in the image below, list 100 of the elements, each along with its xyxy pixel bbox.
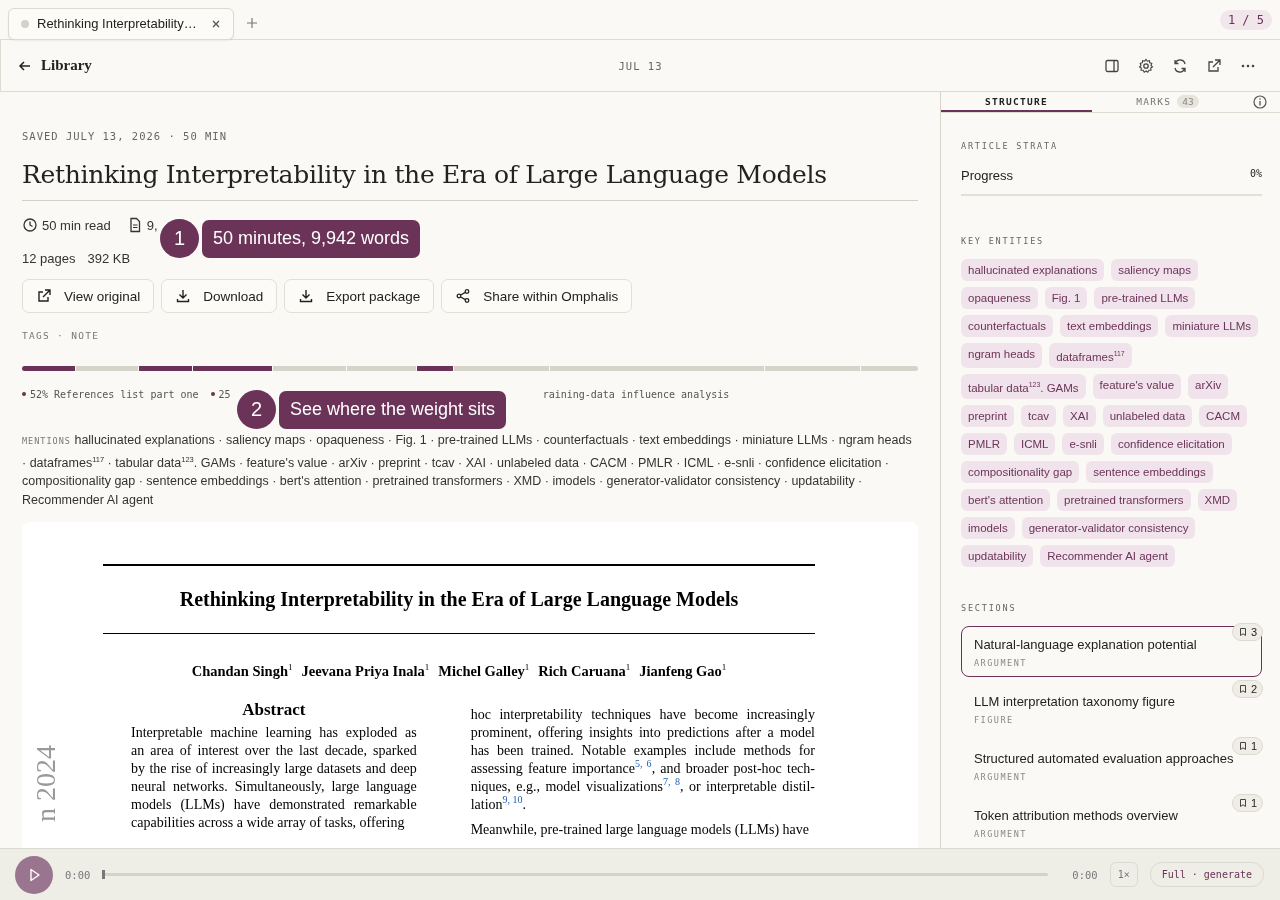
section-type: ARGUMENT [974, 829, 1028, 839]
play-button[interactable] [15, 855, 53, 894]
entity-chip[interactable]: Fig. 1 [1044, 287, 1088, 310]
marks-count: 1 [1250, 797, 1257, 809]
bookmark-icon [1237, 684, 1248, 694]
entity-chip[interactable]: unlabeled data [1102, 405, 1193, 427]
back-link[interactable]: Library [17, 57, 92, 74]
action-button[interactable]: Share within Omphalis [441, 279, 633, 313]
entity-chip[interactable]: pretrained transformers [1057, 489, 1191, 511]
progress-value: 0% [1249, 168, 1262, 182]
section-title: Natural-language explanation potential [974, 637, 1198, 652]
share-icon [455, 288, 472, 304]
section-item[interactable]: Token attribution methods overview ARGUMENT 1 [961, 797, 1262, 848]
entity-chip[interactable]: compositionality gap [961, 461, 1080, 483]
action-button[interactable]: Export package [284, 279, 435, 313]
entity-chip[interactable]: miniature LLMs [1165, 315, 1258, 338]
entity-chip[interactable]: text embeddings [1060, 315, 1159, 338]
entity-chip[interactable]: XAI [1063, 405, 1096, 427]
entity-chip[interactable]: e-snli [1062, 433, 1104, 455]
panel-tab[interactable]: MARKS 43 [1092, 92, 1243, 113]
section-heading: KEY ENTITIES [961, 236, 1045, 247]
strata-segment[interactable] [22, 366, 76, 371]
entity-chip[interactable]: opaqueness [961, 287, 1038, 310]
plus-icon[interactable] [245, 16, 258, 29]
entity-chip[interactable]: ngram heads [961, 343, 1043, 369]
entity-chip[interactable]: generator-validator consistency [1021, 517, 1196, 539]
author-name: Michel Galley$^{1}$ [438, 662, 530, 680]
author-name: Jeevana Priya Inala$^{1}$ [301, 662, 430, 680]
section-heading: ARTICLE STRATA [961, 141, 1059, 152]
progress-label: Progress [961, 168, 1014, 184]
dot-icon [21, 19, 29, 28]
refresh-icon[interactable] [1172, 57, 1188, 74]
section-title: LLM interpretation taxonomy figure [974, 694, 1176, 709]
entity-chip[interactable]: tabular data$^{123}$. GAMs [961, 374, 1086, 399]
legend-text: 25 [218, 388, 231, 400]
section-item[interactable]: LLM interpretation taxonomy figure FIGURE 2 [961, 683, 1262, 734]
speed-button[interactable]: 1× [1109, 862, 1138, 887]
mode-button[interactable]: Full · generate [1149, 862, 1264, 887]
author-name: Rich Caruana$^{1}$ [538, 662, 631, 680]
section-title: Token attribution methods overview [974, 808, 1179, 823]
paper-paragraph: hoc interpretability techniques have become increasingly prominent, offering insights into predictions after a model has been trained. Notable examples include methods for assessing feature importance$^{5, 6}$, and broader post-hoc tech- niques, e.g., model visualizations$^{7, 8}$, or interpretable distil- lation$^{9, 10}$. [470, 706, 815, 814]
legend-text: 52% References list part one [30, 388, 199, 400]
browser-tab[interactable]: Rethinking Interpretability… [8, 7, 234, 40]
entity-chip[interactable]: ICML [1013, 433, 1056, 455]
entity-chip[interactable]: feature's value [1092, 374, 1182, 399]
external-link-icon[interactable] [1206, 57, 1222, 74]
callout-text: See where the weight sits [279, 390, 507, 429]
entity-chip[interactable]: Recommender AI agent [1040, 545, 1175, 567]
marks-count: 3 [1250, 626, 1257, 638]
entity-chip[interactable]: saliency maps [1111, 259, 1199, 282]
saved-date: SAVED JULY 13, 2026 · 50 MIN [22, 130, 228, 142]
paper-paragraph: Meanwhile, pre-trained large language models (LLMs) have [470, 821, 810, 839]
entity-chip[interactable]: confidence elicitation [1110, 433, 1232, 455]
close-icon[interactable] [210, 18, 221, 29]
panel-tab[interactable]: STRUCTURE [941, 92, 1092, 113]
entity-chip[interactable]: counterfactuals [961, 315, 1053, 338]
section-type: ARGUMENT [974, 772, 1028, 782]
step-number: 1 [160, 219, 199, 258]
entity-chip[interactable]: updatability [961, 545, 1034, 567]
info-icon[interactable] [1252, 94, 1268, 111]
elapsed-time: 0:00 [65, 868, 91, 881]
entity-chip[interactable]: arXiv [1188, 374, 1229, 399]
date-label: JUL 13 [618, 59, 663, 72]
download-icon [298, 288, 315, 304]
entity-chip[interactable]: pre-trained LLMs [1094, 287, 1196, 310]
entity-chip[interactable]: hallucinated explanations [961, 259, 1105, 282]
entity-chip[interactable]: CACM [1199, 405, 1247, 427]
section-item[interactable]: Structured automated evaluation approaches ARGUMENT 1 [961, 740, 1262, 791]
step-number: 2 [237, 390, 276, 429]
tab-counter: 1 / 5 [1219, 9, 1272, 30]
action-button[interactable]: Download [161, 279, 278, 313]
section-type: ARGUMENT [974, 658, 1028, 668]
entity-chip[interactable]: PMLR [961, 433, 1007, 455]
sidebar-icon[interactable] [1104, 57, 1120, 74]
article-title: Rethinking Interpretability in the Era of Large Language Models [22, 160, 918, 201]
section-title: Structured automated evaluation approaches [974, 751, 1235, 766]
entity-chip[interactable]: preprint [961, 405, 1014, 427]
section-heading: SECTIONS [961, 603, 1018, 613]
settings-icon[interactable] [1138, 57, 1154, 74]
meta-text: 50 min read [42, 217, 111, 233]
entity-chip[interactable]: imodels [961, 517, 1015, 539]
entity-chip[interactable]: bert's attention [961, 489, 1051, 511]
author-name: Chandan Singh$^{1}$ [191, 662, 293, 680]
section-item[interactable]: Natural-language explanation potential ARGUMENT 3 [961, 626, 1262, 677]
external-link-icon [36, 288, 52, 304]
entity-chip[interactable]: tcav [1021, 405, 1057, 427]
legend-dot [22, 392, 26, 396]
legend-dot [210, 392, 215, 396]
entity-chip[interactable]: dataframes$^{117}$ [1049, 343, 1132, 369]
total-time: 0:00 [1072, 868, 1098, 881]
stamp-text: n 2024 [30, 745, 62, 823]
action-button[interactable]: View original [22, 279, 155, 313]
section-type: FIGURE [974, 715, 1015, 725]
audio-thumb[interactable] [102, 870, 106, 879]
strata-segment[interactable] [416, 366, 454, 371]
meta-text: 9, [146, 217, 158, 233]
marks-count: 2 [1250, 683, 1257, 695]
abstract-heading: Abstract [241, 700, 307, 720]
entity-chip[interactable]: XMD [1197, 489, 1238, 511]
entity-chip[interactable]: sentence embeddings [1086, 461, 1213, 483]
